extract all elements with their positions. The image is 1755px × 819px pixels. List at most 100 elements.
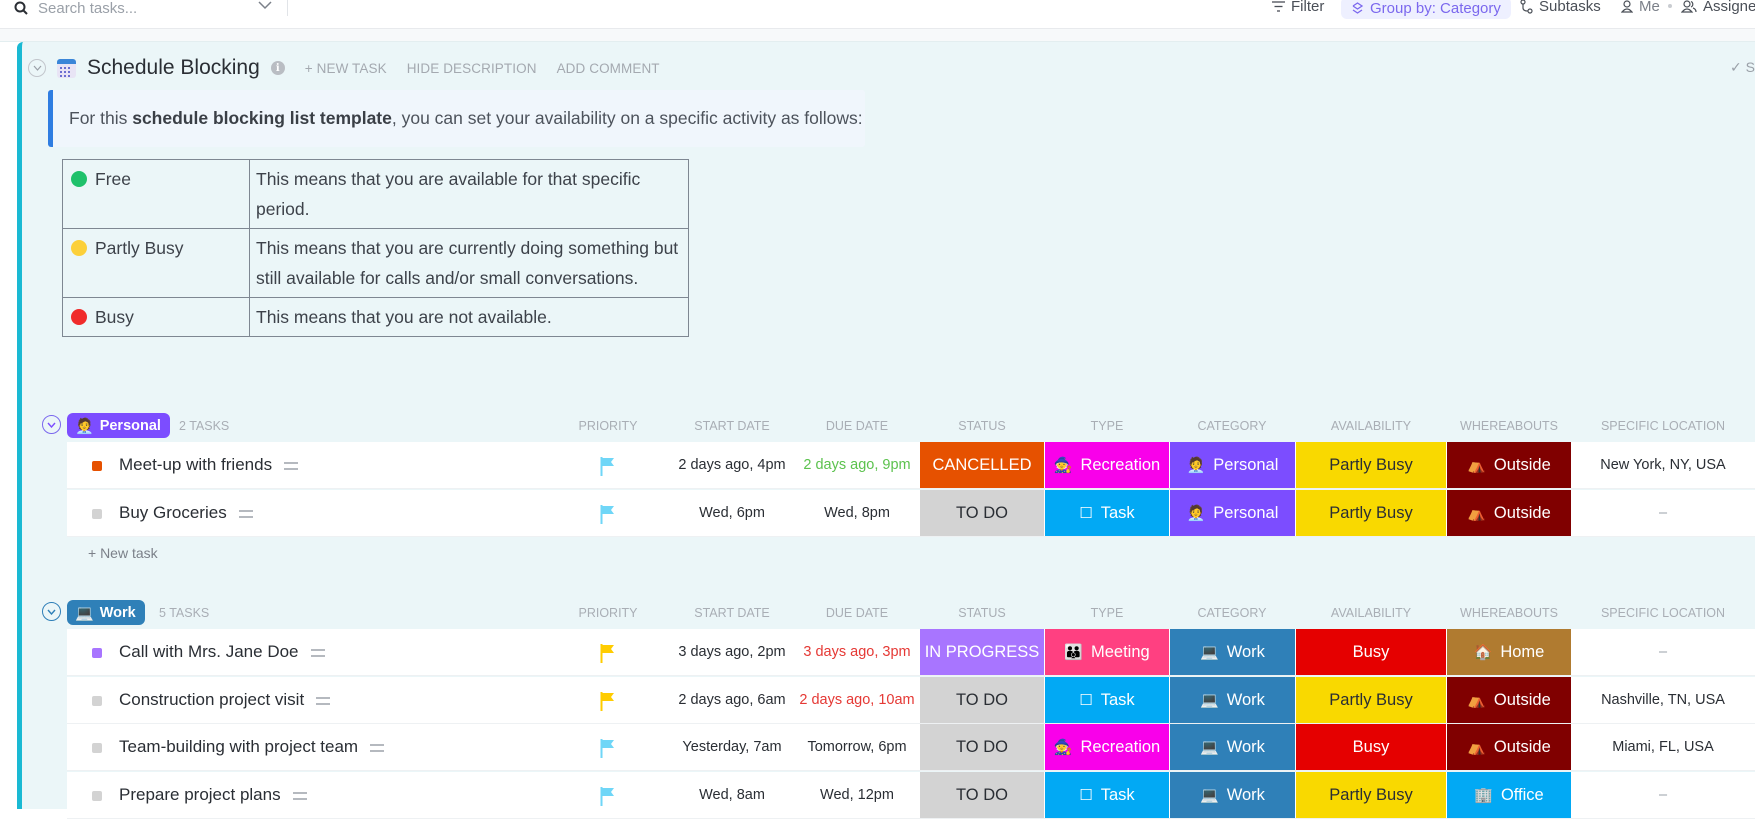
specific-location[interactable]: – — [1659, 644, 1667, 660]
priority-flag-icon[interactable] — [600, 504, 616, 524]
priority-flag-icon[interactable] — [600, 786, 616, 806]
status-square-icon[interactable] — [92, 461, 102, 471]
column-header-due-date[interactable]: DUE DATE — [826, 606, 888, 620]
availability-badge[interactable]: Partly Busy — [1296, 490, 1446, 536]
task-row[interactable]: Team-building with project team Yesterday… — [67, 724, 1755, 771]
column-header-availability[interactable]: AVAILABILITY — [1331, 419, 1411, 433]
column-header-priority[interactable]: PRIORITY — [578, 419, 637, 433]
group-badge[interactable]: 🧑‍💼 Personal — [67, 413, 170, 438]
task-name[interactable]: Construction project visit — [119, 690, 331, 710]
due-date[interactable]: Tomorrow, 6pm — [807, 739, 906, 755]
column-header-status[interactable]: STATUS — [958, 606, 1005, 620]
category-badge[interactable]: 🧑‍💼 Personal — [1170, 490, 1295, 536]
due-date[interactable]: Wed, 12pm — [820, 787, 894, 803]
status-square-icon[interactable] — [92, 791, 102, 801]
task-row[interactable]: Buy Groceries Wed, 6pm Wed, 8pm TO DO ☐ Task 🧑… — [67, 490, 1755, 537]
hide-description-button[interactable]: HIDE DESCRIPTION — [407, 61, 537, 76]
specific-location[interactable]: – — [1659, 505, 1667, 521]
column-header-start-date[interactable]: START DATE — [694, 419, 769, 433]
column-header-whereabouts[interactable]: WHEREABOUTS — [1460, 419, 1558, 433]
whereabouts-badge[interactable]: 🏢 Office — [1447, 772, 1571, 818]
status-square-icon[interactable] — [92, 696, 102, 706]
category-badge[interactable]: 💻 Work — [1170, 772, 1295, 818]
collapse-group-button[interactable] — [42, 602, 61, 621]
whereabouts-badge[interactable]: ⛺ Outside — [1447, 677, 1571, 723]
type-badge[interactable]: 🧙 Recreation — [1045, 442, 1169, 488]
search-input[interactable]: Search tasks... — [14, 0, 137, 18]
assignees-button[interactable]: Assignees — [1681, 0, 1755, 15]
specific-location[interactable]: – — [1659, 787, 1667, 803]
status-badge[interactable]: IN PROGRESS — [920, 629, 1044, 675]
chevron-down-icon[interactable] — [258, 0, 272, 10]
new-task-link[interactable]: + New task — [88, 545, 158, 561]
status-square-icon[interactable] — [92, 648, 102, 658]
priority-flag-icon[interactable] — [600, 456, 616, 476]
category-badge[interactable]: 💻 Work — [1170, 677, 1295, 723]
add-comment-button[interactable]: ADD COMMENT — [557, 61, 660, 76]
start-date[interactable]: 3 days ago, 2pm — [678, 644, 785, 660]
column-header-start-date[interactable]: START DATE — [694, 606, 769, 620]
start-date[interactable]: Wed, 6pm — [699, 505, 765, 521]
due-date[interactable]: 2 days ago, 10am — [799, 692, 914, 708]
column-header-priority[interactable]: PRIORITY — [578, 606, 637, 620]
type-badge[interactable]: 👪 Meeting — [1045, 629, 1169, 675]
whereabouts-badge[interactable]: ⛺ Outside — [1447, 724, 1571, 770]
filter-button[interactable]: Filter — [1272, 0, 1324, 15]
type-badge[interactable]: ☐ Task — [1045, 772, 1169, 818]
category-badge[interactable]: 🧑‍💼 Personal — [1170, 442, 1295, 488]
status-badge[interactable]: TO DO — [920, 677, 1044, 723]
availability-badge[interactable]: Busy — [1296, 724, 1446, 770]
availability-badge[interactable]: Busy — [1296, 629, 1446, 675]
group-badge[interactable]: 💻 Work — [67, 600, 145, 625]
whereabouts-badge[interactable]: ⛺ Outside — [1447, 442, 1571, 488]
column-header-status[interactable]: STATUS — [958, 419, 1005, 433]
task-name[interactable]: Meet-up with friends — [119, 455, 299, 475]
type-badge[interactable]: ☐ Task — [1045, 677, 1169, 723]
availability-badge[interactable]: Partly Busy — [1296, 442, 1446, 488]
subtasks-button[interactable]: Subtasks — [1520, 0, 1601, 15]
column-header-type[interactable]: TYPE — [1091, 419, 1124, 433]
priority-flag-icon[interactable] — [600, 691, 616, 711]
task-name[interactable]: Team-building with project team — [119, 737, 385, 757]
specific-location[interactable]: Miami, FL, USA — [1612, 739, 1714, 755]
task-row[interactable]: Construction project visit 2 days ago, 6a… — [67, 677, 1755, 724]
collapse-group-button[interactable] — [42, 415, 61, 434]
column-header-category[interactable]: CATEGORY — [1198, 419, 1267, 433]
column-header-specific-location[interactable]: SPECIFIC LOCATION — [1601, 606, 1725, 620]
start-date[interactable]: Wed, 8am — [699, 787, 765, 803]
specific-location[interactable]: Nashville, TN, USA — [1601, 692, 1725, 708]
start-date[interactable]: 2 days ago, 6am — [678, 692, 785, 708]
task-row[interactable]: Call with Mrs. Jane Doe 3 days ago, 2pm 3 … — [67, 629, 1755, 676]
column-header-due-date[interactable]: DUE DATE — [826, 419, 888, 433]
specific-location[interactable]: New York, NY, USA — [1600, 457, 1725, 473]
type-badge[interactable]: 🧙 Recreation — [1045, 724, 1169, 770]
column-header-whereabouts[interactable]: WHEREABOUTS — [1460, 606, 1558, 620]
column-header-specific-location[interactable]: SPECIFIC LOCATION — [1601, 419, 1725, 433]
availability-badge[interactable]: Partly Busy — [1296, 677, 1446, 723]
status-badge[interactable]: CANCELLED — [920, 442, 1044, 488]
type-badge[interactable]: ☐ Task — [1045, 490, 1169, 536]
start-date[interactable]: 2 days ago, 4pm — [678, 457, 785, 473]
category-badge[interactable]: 💻 Work — [1170, 629, 1295, 675]
column-header-type[interactable]: TYPE — [1091, 606, 1124, 620]
group-by-button[interactable]: Group by: Category — [1341, 0, 1511, 19]
start-date[interactable]: Yesterday, 7am — [682, 739, 781, 755]
show-closed-button[interactable]: ✓ S — [1730, 59, 1755, 76]
task-name[interactable]: Buy Groceries — [119, 503, 253, 523]
due-date[interactable]: 2 days ago, 9pm — [803, 457, 910, 473]
task-name[interactable]: Call with Mrs. Jane Doe — [119, 642, 325, 662]
due-date[interactable]: 3 days ago, 3pm — [803, 644, 910, 660]
whereabouts-badge[interactable]: ⛺ Outside — [1447, 490, 1571, 536]
availability-badge[interactable]: Partly Busy — [1296, 772, 1446, 818]
priority-flag-icon[interactable] — [600, 643, 616, 663]
task-row[interactable]: Prepare project plans Wed, 8am Wed, 12pm TO… — [67, 772, 1755, 819]
status-badge[interactable]: TO DO — [920, 772, 1044, 818]
collapse-list-button[interactable] — [28, 59, 46, 77]
me-filter-button[interactable]: Me — [1621, 0, 1660, 15]
status-badge[interactable]: TO DO — [920, 724, 1044, 770]
column-header-availability[interactable]: AVAILABILITY — [1331, 606, 1411, 620]
info-icon[interactable]: i — [270, 61, 285, 75]
status-badge[interactable]: TO DO — [920, 490, 1044, 536]
whereabouts-badge[interactable]: 🏠 Home — [1447, 629, 1571, 675]
priority-flag-icon[interactable] — [600, 738, 616, 758]
